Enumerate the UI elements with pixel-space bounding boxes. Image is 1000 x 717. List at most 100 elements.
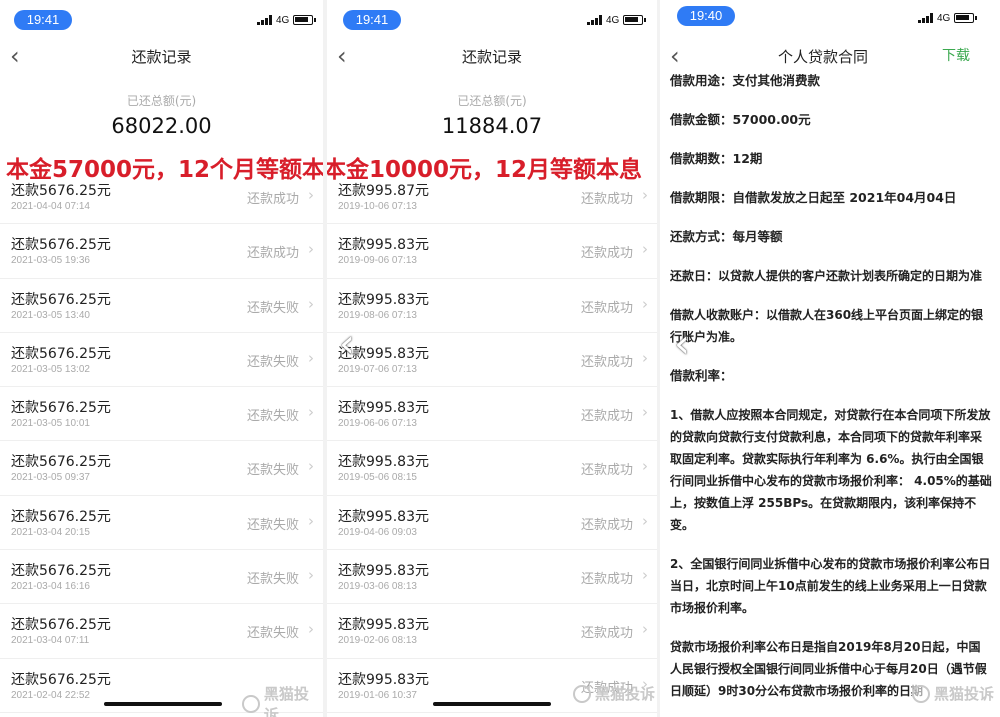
contract-account: 借款人收款账户：以借款人在360线上平台页面上绑定的银行账户为准。 [670,308,984,344]
item-status: 还款失败 [246,300,299,316]
item-date: 2021-02-04 22:52 [11,689,90,701]
network-type: 4G [276,14,290,26]
list-item[interactable]: 还款995.83元 2019-07-06 07:13 还款成功 › [327,333,657,388]
contract-repay-day: 还款日：以贷款人提供的客户还款计划表所确定的日期为准 [670,269,983,283]
page-title: 还款记录 [131,48,192,66]
item-status: 还款成功 [580,626,633,642]
status-icons: 4G [257,12,317,28]
item-date: 2021-03-05 13:40 [11,309,90,321]
list-item[interactable]: 还款5676.25元 2021-03-04 07:11 还款失败 › [0,604,323,659]
prev-slide-arrow-icon[interactable]: ‹ [674,324,690,364]
list-item[interactable]: 还款995.83元 2019-06-06 07:13 还款成功 › [327,387,657,442]
chevron-right-icon: › [642,186,648,204]
item-status: 还款失败 [246,354,299,370]
status-time: 19:40 [677,6,735,26]
signal-icon [257,15,272,25]
chevron-right-icon: › [642,566,648,585]
prev-slide-arrow-icon[interactable]: ‹ [339,324,355,364]
item-status: 还款成功 [246,192,299,207]
list-item[interactable]: 还款995.83元 2019-09-06 07:13 还款成功 › [327,224,657,279]
list-item[interactable]: 还款995.83元 2019-08-06 07:13 还款成功 › [327,279,657,333]
item-date: 2021-03-04 16:16 [11,581,90,593]
home-indicator[interactable] [433,702,551,706]
chevron-right-icon: › [642,294,648,313]
total-value: 11884.07 [441,114,543,138]
page-title: 个人贷款合同 [777,48,868,66]
total-label: 已还总额(元) [126,94,197,108]
repayment-list: 还款995.87元 2019-10-06 07:13 还款成功 › 还款995.83元… [327,170,657,713]
chevron-right-icon: › [642,620,648,639]
contract-rate-clause-2: 2、全国银行间同业拆借中心发布的贷款市场报价利率公布日当日，北京时间上午10点前… [670,557,991,615]
chevron-right-icon: › [308,620,314,639]
item-date: 2021-03-05 10:01 [11,418,90,430]
list-item[interactable]: 还款995.83元 2019-02-06 08:13 还款成功 › [327,604,657,659]
list-item[interactable]: 还款5676.25元 2021-03-05 19:36 还款成功 › [0,224,323,279]
item-status: 还款失败 [246,572,299,588]
total-value: 68022.00 [111,114,212,138]
item-status: 还款成功 [246,246,299,262]
watermark-text: 黑猫投诉 [934,685,995,703]
item-date: 2019-09-06 07:13 [338,255,417,267]
item-status: 还款失败 [246,626,299,642]
total-label: 已还总额(元) [457,94,527,108]
item-title: 还款995.83元 [338,617,429,634]
chevron-right-icon: › [308,294,314,313]
item-title: 还款995.83元 [338,563,429,580]
annotation-text: 本金10000元，12月等额本息 [327,157,643,183]
item-date: 2019-04-06 09:03 [338,526,417,538]
item-title: 还款5676.25元 [11,400,111,417]
item-date: 2019-05-06 08:15 [338,472,417,484]
item-date: 2019-02-06 08:13 [338,635,417,647]
battery-icon [293,15,317,25]
item-status: 还款成功 [580,463,633,479]
network-type: 4G [937,12,951,24]
list-item[interactable]: 还款5676.25元 2021-03-05 13:02 还款失败 › [0,333,323,388]
watermark-logo-icon [912,684,930,703]
list-item[interactable]: 还款995.83元 2019-04-06 09:03 还款成功 › [327,496,657,551]
item-date: 2021-03-05 13:02 [11,363,90,375]
item-title: 还款995.83元 [338,237,429,254]
item-status: 还款成功 [580,572,633,588]
item-title: 还款5676.25元 [11,237,111,254]
item-date: 2019-03-06 08:13 [338,581,417,593]
contract-repay-method: 还款方式：每月等额 [670,229,783,244]
item-status: 还款失败 [246,409,299,425]
home-indicator[interactable] [104,702,222,706]
download-button[interactable]: 下载 [942,45,970,65]
item-status: 还款成功 [580,354,633,370]
item-date: 2019-10-06 07:13 [338,201,417,212]
status-icons: 4G [918,10,978,26]
list-item[interactable]: 还款5676.25元 2021-03-05 09:37 还款失败 › [0,441,323,496]
signal-icon [587,15,602,25]
item-title: 还款995.83元 [338,291,429,308]
watermark-logo-icon [242,695,260,713]
watermark: 黑猫投诉 [242,683,323,717]
list-item[interactable]: 还款5676.25元 2021-03-04 20:15 还款失败 › [0,496,323,551]
page-title: 还款记录 [461,48,522,66]
list-item[interactable]: 还款5676.25元 2021-03-05 10:01 还款失败 › [0,387,323,442]
chevron-right-icon: › [308,457,314,476]
item-status: 还款失败 [246,463,299,479]
list-item[interactable]: 还款5676.25元 2021-03-04 16:16 还款失败 › [0,550,323,605]
battery-icon [623,15,647,25]
item-date: 2021-03-04 07:11 [11,635,90,647]
item-status: 还款成功 [580,517,633,533]
battery-icon [954,13,978,23]
chevron-right-icon: › [642,348,648,367]
item-date: 2021-03-04 20:15 [11,526,90,538]
list-item[interactable]: 还款5676.25元 2021-03-05 13:40 还款失败 › [0,279,323,333]
chevron-right-icon: › [308,240,314,259]
list-item[interactable]: 还款995.83元 2019-03-06 08:13 还款成功 › [327,550,657,605]
item-title: 还款5676.25元 [11,508,111,525]
contract-rate-clause-1: 1、借款人应按照本合同规定，对贷款行在本合同项下所发放的贷款向贷款行支付贷款利息… [670,408,992,532]
chevron-right-icon: › [642,457,648,476]
list-item[interactable]: 还款995.83元 2019-05-06 08:15 还款成功 › [327,441,657,496]
status-time: 19:41 [343,10,401,30]
watermark-text: 黑猫投诉 [263,685,309,717]
item-status: 还款成功 [580,192,633,207]
item-title: 还款5676.25元 [11,291,111,308]
item-title: 还款5676.25元 [11,563,111,580]
status-icons: 4G [587,12,647,28]
item-title: 还款995.83元 [338,671,429,688]
watermark-text: 黑猫投诉 [595,685,656,703]
